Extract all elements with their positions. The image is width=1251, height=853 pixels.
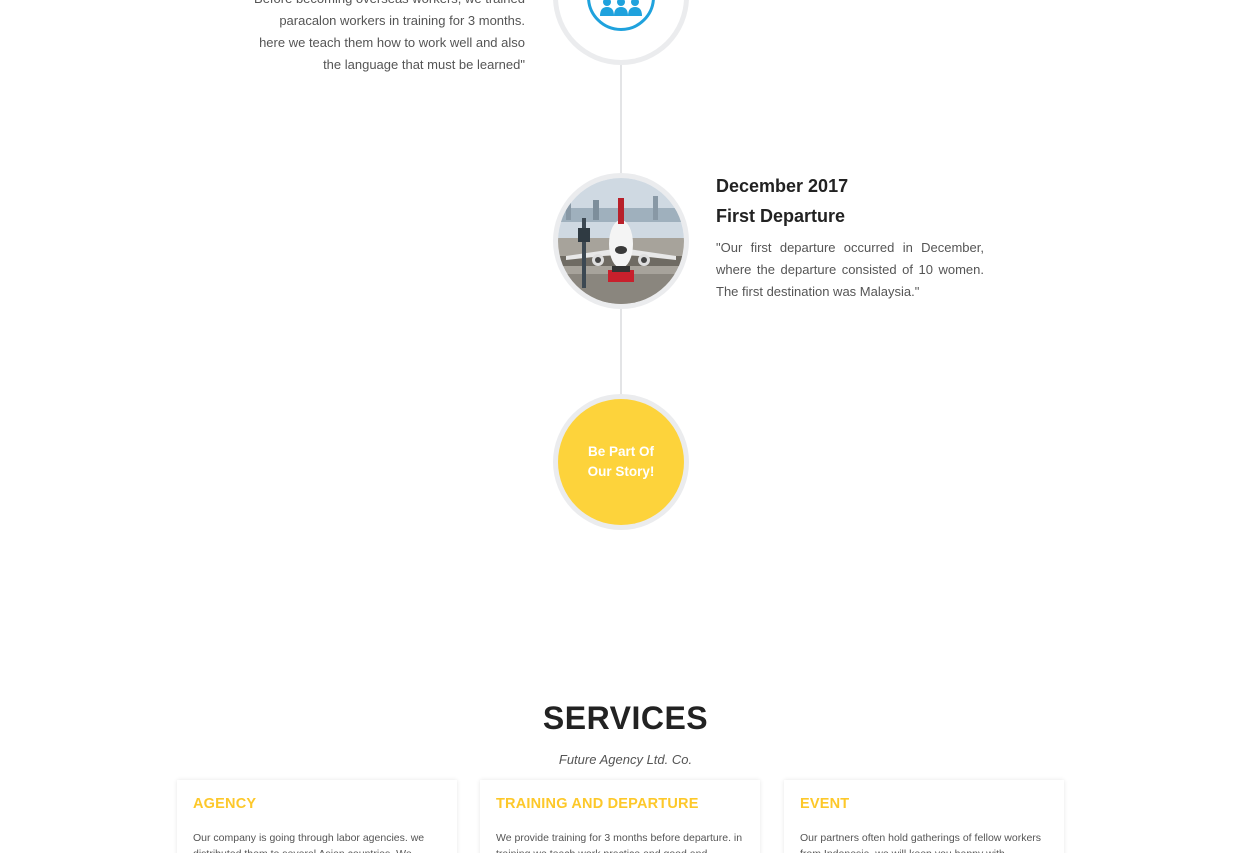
service-card-training: TRAINING AND DEPARTURE We provide traini…: [480, 780, 760, 853]
service-card-event: EVENT Our partners often hold gatherings…: [784, 780, 1064, 853]
service-card-body: Our partners often hold gatherings of fe…: [800, 832, 1042, 853]
timeline-node-training: [553, 0, 689, 65]
page: Before becoming overseas workers, we tra…: [0, 0, 1251, 853]
service-card-title: TRAINING AND DEPARTURE: [496, 796, 699, 812]
team-icon: [587, 0, 655, 31]
service-card-agency: AGENCY Our company is going through labo…: [177, 780, 457, 853]
service-card-body: We provide training for 3 months before …: [496, 832, 743, 853]
timeline-entry-date: December 2017: [716, 176, 849, 196]
timeline-entry-title: First Departure: [716, 206, 846, 226]
timeline-entry-first-departure: December 2017 First Departure "Our first…: [716, 171, 984, 303]
services-heading: SERVICES: [542, 700, 709, 736]
story-cta-button[interactable]: Be Part Of Our Story!: [558, 399, 684, 525]
timeline-entry-description: "Our first departure occurred in Decembe…: [716, 240, 984, 299]
service-card-title: EVENT: [800, 796, 850, 812]
service-card-title: AGENCY: [193, 796, 257, 812]
story-cta-node[interactable]: Be Part Of Our Story!: [553, 394, 689, 530]
story-cta-label: Be Part Of Our Story!: [587, 444, 655, 479]
airplane-photo: [558, 178, 684, 304]
services-subtitle: Future Agency Ltd. Co.: [558, 752, 693, 767]
service-card-body: Our company is going through labor agenc…: [193, 832, 425, 853]
timeline-entry-training-description: Before becoming overseas workers, we tra…: [254, 0, 525, 72]
timeline-node-first-departure: [553, 173, 689, 309]
